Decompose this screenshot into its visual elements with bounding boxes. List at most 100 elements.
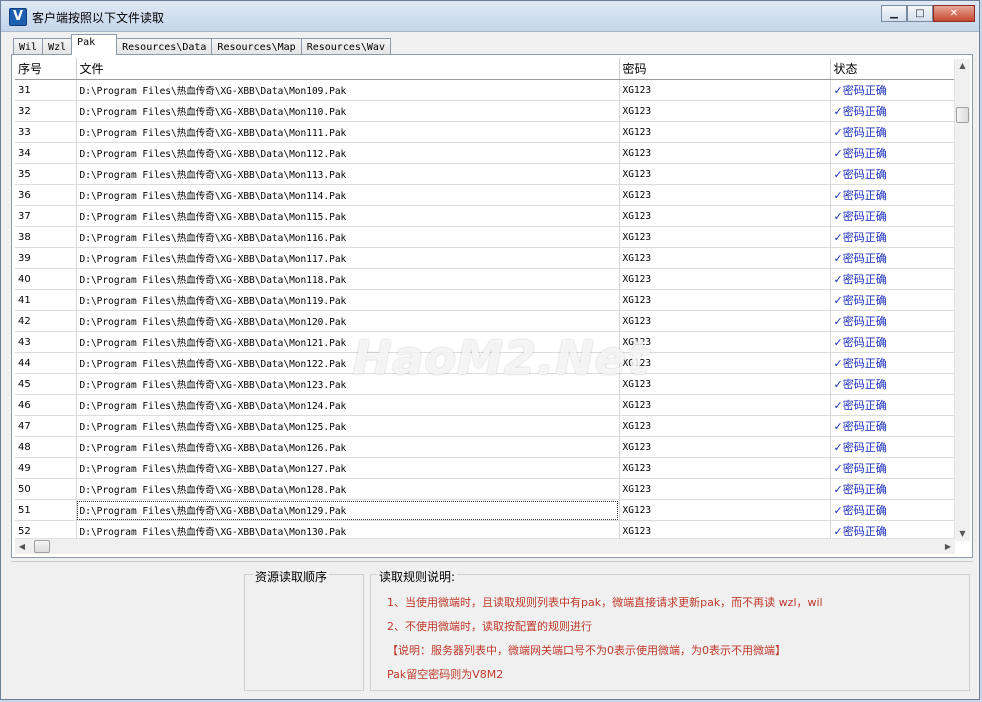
cell-file: D:\Program Files\热血传奇\XG-XBB\Data\Mon122…	[76, 352, 620, 374]
table-row[interactable]: 48 D:\Program Files\热血传奇\XG-XBB\Data\Mon1…	[15, 436, 956, 458]
table-row[interactable]: 41 D:\Program Files\热血传奇\XG-XBB\Data\Mon1…	[15, 289, 956, 311]
cell-status: ✓密码正确	[830, 184, 956, 206]
tab-pak[interactable]: Pak	[71, 34, 118, 55]
cell-number: 50	[15, 478, 77, 500]
cell-number: 44	[15, 352, 77, 374]
cell-number: 45	[15, 373, 77, 395]
tab-strip: Wil Wzl Pak Resources\Data Resources\Map…	[13, 34, 391, 55]
title-bar[interactable]: V 客户端按照以下文件读取 ▁ □ ✕	[1, 1, 979, 32]
cell-file: D:\Program Files\热血传奇\XG-XBB\Data\Mon121…	[76, 331, 620, 353]
resource-order-group[interactable]: 资源读取顺序	[244, 568, 364, 691]
table-row[interactable]: 47 D:\Program Files\热血传奇\XG-XBB\Data\Mon1…	[15, 415, 956, 437]
vertical-scroll-thumb[interactable]	[956, 107, 969, 123]
tab-resources-data[interactable]: Resources\Data	[116, 38, 213, 55]
column-header-file[interactable]: 文件	[76, 58, 620, 80]
table-row[interactable]: 33 D:\Program Files\热血传奇\XG-XBB\Data\Mon1…	[15, 121, 956, 143]
table-body: 31 D:\Program Files\热血传奇\XG-XBB\Data\Mon1…	[15, 79, 956, 541]
table-row[interactable]: 35 D:\Program Files\热血传奇\XG-XBB\Data\Mon1…	[15, 163, 956, 185]
read-rules-group: 读取规则说明: 1、当使用微端时，且读取规则列表中有pak，微端直接请求更新pa…	[370, 568, 970, 691]
cell-number: 31	[15, 79, 77, 101]
table-row[interactable]: 39 D:\Program Files\热血传奇\XG-XBB\Data\Mon1…	[15, 247, 956, 269]
cell-password: XG123	[619, 415, 831, 437]
cell-file: D:\Program Files\热血传奇\XG-XBB\Data\Mon127…	[76, 457, 620, 479]
cell-password: XG123	[619, 121, 831, 143]
cell-password: XG123	[619, 457, 831, 479]
tab-resources-wav[interactable]: Resources\Wav	[300, 38, 391, 55]
cell-file: D:\Program Files\热血传奇\XG-XBB\Data\Mon111…	[76, 121, 620, 143]
cell-status: ✓密码正确	[830, 247, 956, 269]
cell-file: D:\Program Files\热血传奇\XG-XBB\Data\Mon115…	[76, 205, 620, 227]
cell-file: D:\Program Files\热血传奇\XG-XBB\Data\Mon110…	[76, 100, 620, 122]
cell-file: D:\Program Files\热血传奇\XG-XBB\Data\Mon129…	[76, 499, 620, 521]
cell-file: D:\Program Files\热血传奇\XG-XBB\Data\Mon117…	[76, 247, 620, 269]
cell-file: D:\Program Files\热血传奇\XG-XBB\Data\Mon126…	[76, 436, 620, 458]
table-row[interactable]: 45 D:\Program Files\热血传奇\XG-XBB\Data\Mon1…	[15, 373, 956, 395]
table-row[interactable]: 38 D:\Program Files\热血传奇\XG-XBB\Data\Mon1…	[15, 226, 956, 248]
cell-number: 47	[15, 415, 77, 437]
table-row[interactable]: 32 D:\Program Files\热血传奇\XG-XBB\Data\Mon1…	[15, 100, 956, 122]
window-title: 客户端按照以下文件读取	[32, 11, 165, 25]
tab-wzl[interactable]: Wzl	[42, 38, 73, 55]
cell-number: 36	[15, 184, 77, 206]
horizontal-scroll-thumb[interactable]	[34, 540, 50, 553]
cell-file: D:\Program Files\热血传奇\XG-XBB\Data\Mon119…	[76, 289, 620, 311]
file-list-grid[interactable]: 序号 文件 密码 状态 31 D:\Program Files\热血传奇\XG-X…	[15, 58, 956, 541]
cell-password: XG123	[619, 163, 831, 185]
table-row[interactable]: 31 D:\Program Files\热血传奇\XG-XBB\Data\Mon1…	[15, 79, 956, 101]
column-header-number[interactable]: 序号	[15, 58, 77, 80]
close-button[interactable]: ✕	[933, 5, 975, 22]
table-row[interactable]: 44 D:\Program Files\热血传奇\XG-XBB\Data\Mon1…	[15, 352, 956, 374]
cell-status: ✓密码正确	[830, 142, 956, 164]
maximize-button[interactable]: □	[907, 5, 933, 22]
cell-file: D:\Program Files\热血传奇\XG-XBB\Data\Mon128…	[76, 478, 620, 500]
table-row[interactable]: 51 D:\Program Files\热血传奇\XG-XBB\Data\Mon1…	[15, 499, 956, 521]
rule-line-3: 【说明：服务器列表中，微端网关端口号不为0表示使用微端，为0表示不用微端】	[387, 644, 786, 657]
table-row[interactable]: 42 D:\Program Files\热血传奇\XG-XBB\Data\Mon1…	[15, 310, 956, 332]
scroll-right-icon[interactable]: ▶	[941, 539, 955, 554]
resource-order-title: 资源读取顺序	[253, 568, 330, 585]
table-row[interactable]: 40 D:\Program Files\热血传奇\XG-XBB\Data\Mon1…	[15, 268, 956, 290]
cell-password: XG123	[619, 268, 831, 290]
cell-number: 42	[15, 310, 77, 332]
cell-password: XG123	[619, 478, 831, 500]
rule-line-4: Pak留空密码则为V8M2	[387, 668, 504, 681]
cell-password: XG123	[619, 331, 831, 353]
tab-panel: 序号 文件 密码 状态 31 D:\Program Files\热血传奇\XG-X…	[11, 54, 973, 558]
tab-wil[interactable]: Wil	[13, 38, 44, 55]
cell-number: 38	[15, 226, 77, 248]
cell-file: D:\Program Files\热血传奇\XG-XBB\Data\Mon120…	[76, 310, 620, 332]
cell-status: ✓密码正确	[830, 457, 956, 479]
table-row[interactable]: 36 D:\Program Files\热血传奇\XG-XBB\Data\Mon1…	[15, 184, 956, 206]
rule-line-2: 2、不使用微端时，读取按配置的规则进行	[387, 620, 592, 633]
table-row[interactable]: 46 D:\Program Files\热血传奇\XG-XBB\Data\Mon1…	[15, 394, 956, 416]
table-row[interactable]: 43 D:\Program Files\热血传奇\XG-XBB\Data\Mon1…	[15, 331, 956, 353]
cell-password: XG123	[619, 373, 831, 395]
app-logo-icon: V	[9, 8, 27, 26]
cell-status: ✓密码正确	[830, 394, 956, 416]
cell-status: ✓密码正确	[830, 121, 956, 143]
vertical-scrollbar[interactable]: ▲ ▼	[954, 59, 970, 541]
table-row[interactable]: 50 D:\Program Files\热血传奇\XG-XBB\Data\Mon1…	[15, 478, 956, 500]
minimize-button[interactable]: ▁	[881, 5, 907, 22]
cell-status: ✓密码正确	[830, 478, 956, 500]
cell-number: 41	[15, 289, 77, 311]
scroll-down-icon[interactable]: ▼	[955, 527, 970, 541]
scroll-up-icon[interactable]: ▲	[955, 59, 970, 73]
cell-file: D:\Program Files\热血传奇\XG-XBB\Data\Mon118…	[76, 268, 620, 290]
cell-status: ✓密码正确	[830, 415, 956, 437]
table-row[interactable]: 37 D:\Program Files\热血传奇\XG-XBB\Data\Mon1…	[15, 205, 956, 227]
column-header-password[interactable]: 密码	[619, 58, 831, 80]
cell-password: XG123	[619, 436, 831, 458]
scroll-left-icon[interactable]: ◀	[15, 539, 29, 554]
table-row[interactable]: 34 D:\Program Files\热血传奇\XG-XBB\Data\Mon1…	[15, 142, 956, 164]
horizontal-scrollbar[interactable]: ◀ ▶	[15, 538, 955, 554]
cell-password: XG123	[619, 226, 831, 248]
cell-number: 33	[15, 121, 77, 143]
cell-password: XG123	[619, 352, 831, 374]
cell-number: 49	[15, 457, 77, 479]
tab-resources-map[interactable]: Resources\Map	[211, 38, 302, 55]
column-header-status[interactable]: 状态	[830, 58, 956, 80]
table-row[interactable]: 49 D:\Program Files\热血传奇\XG-XBB\Data\Mon1…	[15, 457, 956, 479]
cell-file: D:\Program Files\热血传奇\XG-XBB\Data\Mon124…	[76, 394, 620, 416]
app-window: V 客户端按照以下文件读取 ▁ □ ✕ Wil Wzl Pak Resource…	[0, 0, 980, 700]
